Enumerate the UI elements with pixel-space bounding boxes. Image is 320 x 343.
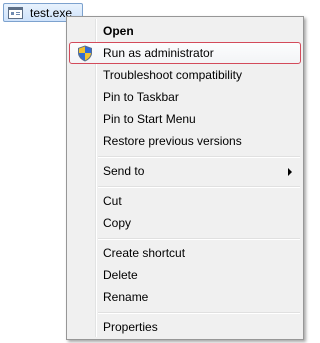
menu-item-label: Restore previous versions	[103, 134, 242, 148]
menu-item-create-shortcut[interactable]: Create shortcut	[69, 242, 301, 264]
menu-item-label: Delete	[103, 268, 138, 282]
menu-item-label: Send to	[103, 164, 145, 178]
menu-separator	[98, 156, 300, 158]
menu-item-label: Troubleshoot compatibility	[103, 68, 242, 82]
menu-item-label: Copy	[103, 216, 132, 230]
menu-item-label: Properties	[103, 320, 158, 334]
menu-item-run-as-administrator[interactable]: Run as administrator	[69, 42, 301, 64]
menu-item-troubleshoot-compatibility[interactable]: Troubleshoot compatibility	[69, 64, 301, 86]
application-window-icon	[8, 6, 23, 19]
menu-item-delete[interactable]: Delete	[69, 264, 301, 286]
menu-separator	[98, 186, 300, 188]
menu-item-label: Rename	[103, 290, 149, 304]
menu-item-properties[interactable]: Properties	[69, 316, 301, 338]
menu-item-copy[interactable]: Copy	[69, 212, 301, 234]
context-menu: Open Run as administrator Troubleshoot c…	[66, 16, 304, 340]
menu-item-cut[interactable]: Cut	[69, 190, 301, 212]
menu-separator	[98, 312, 300, 314]
menu-item-label: Open	[103, 24, 134, 38]
menu-item-send-to[interactable]: Send to	[69, 160, 301, 182]
uac-shield-icon	[78, 45, 92, 62]
menu-separator	[98, 238, 300, 240]
menu-item-label: Cut	[103, 194, 122, 208]
menu-item-open[interactable]: Open	[69, 20, 301, 42]
menu-item-pin-to-start-menu[interactable]: Pin to Start Menu	[69, 108, 301, 130]
menu-item-label: Run as administrator	[103, 46, 214, 60]
menu-item-label: Create shortcut	[103, 246, 186, 260]
submenu-arrow-icon	[288, 168, 292, 176]
menu-item-rename[interactable]: Rename	[69, 286, 301, 308]
menu-item-restore-previous-versions[interactable]: Restore previous versions	[69, 130, 301, 152]
menu-item-label: Pin to Taskbar	[103, 90, 179, 104]
menu-item-label: Pin to Start Menu	[103, 112, 196, 126]
menu-item-pin-to-taskbar[interactable]: Pin to Taskbar	[69, 86, 301, 108]
